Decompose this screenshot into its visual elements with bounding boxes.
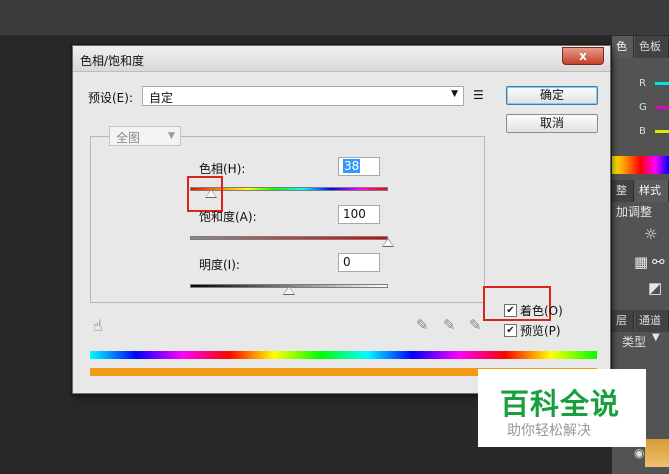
lightness-label: 明度(I): <box>199 258 240 272</box>
saturation-slider-thumb[interactable] <box>382 238 394 247</box>
adjustment-group <box>90 136 485 303</box>
channel-b-bar <box>655 130 669 133</box>
hand-adjust-icon[interactable]: ☝ <box>93 316 103 335</box>
hue-highlight-box <box>187 176 223 212</box>
saturation-input[interactable]: 100 <box>338 205 380 224</box>
watermark-title: 百科全说 <box>500 387 621 421</box>
channel-r-bar <box>655 82 669 85</box>
tab-layers[interactable]: 层 <box>612 310 634 332</box>
color-ramp[interactable] <box>612 156 669 174</box>
brightness-icon[interactable]: ☼ <box>644 225 657 243</box>
ok-button[interactable]: 确定 <box>506 86 598 105</box>
colorize-label[interactable]: 着色(O) <box>520 302 563 319</box>
eyedropper-plus-icon[interactable]: ✎ <box>443 316 456 334</box>
preview-checkbox[interactable]: ✔ <box>504 324 517 337</box>
eye-icon[interactable]: ◉ <box>634 446 644 460</box>
photoshop-top-bar <box>0 0 669 36</box>
channel-r: R <box>639 78 646 89</box>
layer-thumbnail[interactable] <box>645 439 669 467</box>
lightness-slider-thumb[interactable] <box>283 286 295 295</box>
channel-b: B <box>639 126 646 137</box>
edit-range-select[interactable]: 全图 ▼ <box>109 126 181 146</box>
hue-label: 色相(H): <box>199 162 246 176</box>
hue-input[interactable]: 38 <box>338 157 380 176</box>
exposure-icon[interactable]: ◩ <box>648 279 662 297</box>
tab-swatches[interactable]: 色板 <box>635 36 669 58</box>
close-button[interactable]: x <box>562 47 604 65</box>
layer-kind-filter[interactable]: 类型 <box>622 333 646 350</box>
preset-label: 预设(E): <box>88 91 133 105</box>
preset-options-icon[interactable]: ☰ <box>473 88 484 102</box>
tab-channels[interactable]: 通道 <box>635 310 669 332</box>
hue-value: 38 <box>343 159 361 173</box>
watermark-subtitle: 助你轻松解决 <box>507 423 591 439</box>
channel-g-bar <box>655 106 669 109</box>
edit-range-value: 全图 <box>116 131 141 145</box>
cancel-button[interactable]: 取消 <box>506 114 598 133</box>
eyedropper-icon[interactable]: ✎ <box>416 316 429 334</box>
chevron-down-icon[interactable]: ▼ <box>652 332 660 343</box>
saturation-slider-track[interactable] <box>190 236 388 240</box>
eyedropper-minus-icon[interactable]: ✎ <box>469 316 482 334</box>
channel-g: G <box>639 102 647 113</box>
watermark-logo: 百科全说 助你轻松解决 <box>478 369 646 447</box>
chevron-down-icon: ▼ <box>168 131 175 141</box>
tab-color[interactable]: 色 <box>612 36 634 58</box>
saturation-label: 饱和度(A): <box>199 210 257 224</box>
levels-icon[interactable]: ▦ <box>634 253 648 271</box>
preset-select[interactable]: 自定 ▼ <box>142 86 464 106</box>
hue-saturation-dialog: 色相/饱和度 x 预设(E): 自定 ▼ ☰ 确定 取消 全图 ▼ 色相(H):… <box>72 45 611 394</box>
add-adjustment-label: 加调整 <box>616 205 653 219</box>
lightness-input[interactable]: 0 <box>338 253 380 272</box>
dialog-titlebar[interactable]: 色相/饱和度 x <box>73 46 610 72</box>
tab-adjustments[interactable]: 整 <box>612 180 634 202</box>
preset-value: 自定 <box>149 91 174 105</box>
input-spectrum-bar <box>90 351 597 359</box>
preview-label[interactable]: 预览(P) <box>520 322 561 339</box>
dialog-title: 色相/饱和度 <box>80 54 145 68</box>
chevron-down-icon: ▼ <box>451 89 458 99</box>
colorize-checkbox[interactable]: ✔ <box>504 304 517 317</box>
curves-icon[interactable]: ⚯ <box>652 253 665 271</box>
tab-styles[interactable]: 样式 <box>635 180 669 202</box>
